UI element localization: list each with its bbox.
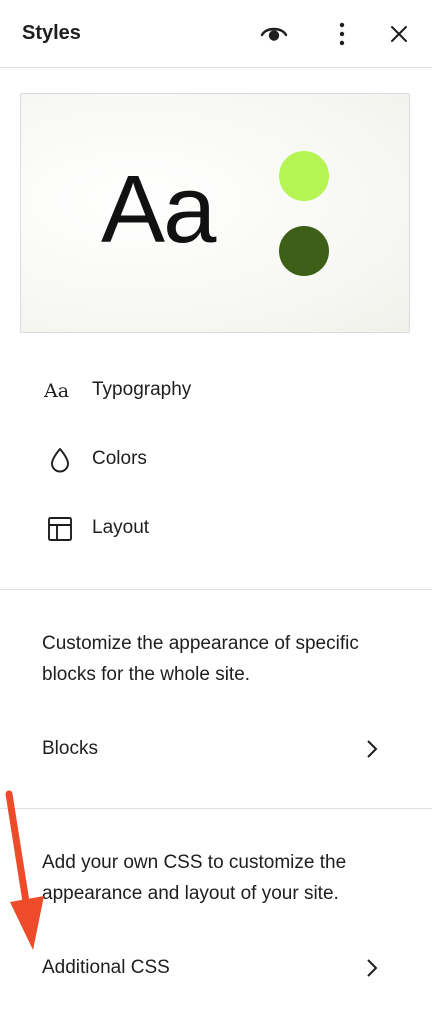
preview-sample-text: Aa (101, 156, 216, 263)
blocks-button[interactable]: Blocks (0, 725, 432, 773)
styles-panel: Styles Aa Aa Typography Colors Layout Cu… (0, 0, 432, 1024)
nav-item-label: Typography (92, 379, 192, 400)
droplet-icon (44, 446, 76, 474)
close-button[interactable] (379, 14, 419, 54)
panel-header: Styles (0, 0, 432, 68)
more-vertical-icon (339, 22, 345, 46)
typography-icon: Aa (44, 380, 70, 402)
divider (0, 589, 432, 590)
chevron-right-icon (367, 740, 378, 758)
divider (0, 808, 432, 809)
style-preview: Aa (20, 93, 410, 333)
preview-color-swatch-secondary (279, 226, 329, 276)
css-description: Add your own CSS to customize the appear… (42, 852, 347, 904)
style-book-button[interactable] (254, 14, 294, 54)
panel-title: Styles (22, 22, 81, 44)
nav-item-label: Layout (92, 517, 150, 538)
chevron-right-icon (367, 959, 378, 977)
blocks-description: Customize the appearance of specific blo… (42, 633, 359, 685)
nav-item-colors[interactable]: Colors (0, 432, 432, 488)
layout-icon (44, 515, 76, 543)
eye-icon (260, 27, 288, 41)
additional-css-label: Additional CSS (42, 957, 170, 978)
nav-item-layout[interactable]: Layout (0, 501, 432, 557)
additional-css-button[interactable]: Additional CSS (0, 944, 432, 992)
close-icon (391, 26, 407, 42)
nav-item-typography[interactable]: Aa Typography (0, 363, 432, 419)
blocks-label: Blocks (42, 738, 98, 759)
more-options-button[interactable] (322, 14, 362, 54)
annotation-arrow-icon (5, 790, 44, 950)
preview-color-swatch-primary (279, 151, 329, 201)
nav-item-label: Colors (92, 448, 147, 469)
